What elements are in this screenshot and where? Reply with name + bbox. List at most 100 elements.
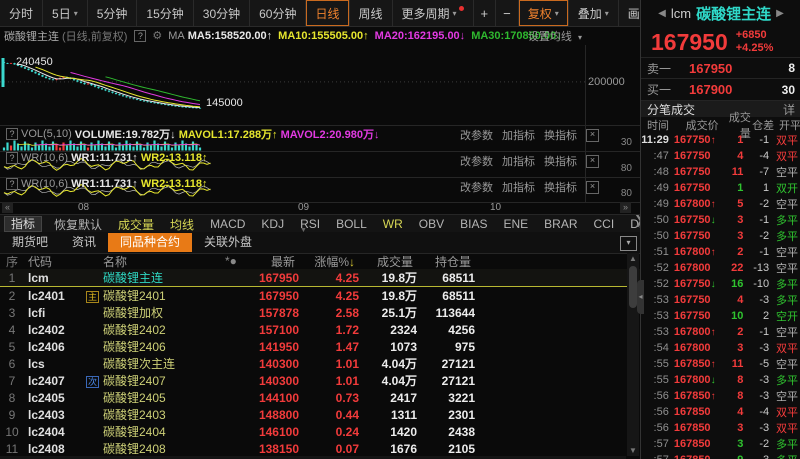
toolbar-15分钟[interactable]: 15分钟 [137,0,193,26]
xaxis-tick: 10 [490,202,501,213]
indicator-tab-BIAS[interactable]: BIAS [452,217,495,231]
indicator-tab-成交量[interactable]: 成交量 [110,216,162,233]
tick-row[interactable]: :501677503-2多平 [641,228,800,244]
tick-row[interactable]: :4916775011双开 [641,180,800,196]
help-icon[interactable]: ? [6,128,18,140]
tick-row[interactable]: :541678003-3双平 [641,340,800,356]
pane-link-改参数[interactable]: 改参数 [460,127,493,143]
pane-link-换指标[interactable]: 换指标 [544,153,577,169]
scroll-up-icon[interactable]: ▲ [627,254,639,263]
pane-link-换指标[interactable]: 换指标 [544,179,577,195]
pane-link-加指标[interactable]: 加指标 [502,179,535,195]
pane-link-换指标[interactable]: 换指标 [544,127,577,143]
indicator-tab-WR[interactable]: WR [375,217,411,231]
tick-row[interactable]: :53167800↑2-1空平 [641,324,800,340]
gear-icon[interactable]: ⚙ [152,29,162,42]
indicator-pane-links: 改参数加指标换指标× [460,179,599,195]
tick-row[interactable]: :561678503-3双平 [641,420,800,436]
toolbar-分时[interactable]: 分时 [0,0,43,26]
dock-panel-icon[interactable]: ▾ [620,236,637,251]
col-pct[interactable]: 涨幅%↓ [295,253,355,270]
tick-row[interactable]: :49167800↑5-2空平 [641,196,800,212]
subtab-同品种合约[interactable]: 同品种合约 [108,233,192,252]
tick-row[interactable]: :561678504-4双平 [641,404,800,420]
tick-row[interactable]: :53167750102空开 [641,308,800,324]
bid-row[interactable]: 买一 167900 30 [641,78,800,100]
tick-row[interactable]: :51167800↑2-1空平 [641,244,800,260]
indicator-tab-恢复默认[interactable]: 恢复默认 [46,216,110,233]
tick-row[interactable]: :5216780022-13空平 [641,260,800,276]
indicator-tab-MACD[interactable]: MACD [202,217,253,231]
table-row[interactable]: 1lcm碳酸锂主连1679504.2519.8万68511 [0,269,640,287]
table-row[interactable]: 8lc2405碳酸锂24051441000.7324173221 [0,389,640,406]
table-row[interactable]: 3lcfi碳酸锂加权1578782.5825.1万113644 [0,304,640,321]
tick-row[interactable]: :50167750↓3-1多平 [641,212,800,228]
col-vol[interactable]: 成交量 [355,253,413,270]
scrollbar-thumb[interactable] [629,266,637,308]
table-row[interactable]: 5lc2406碳酸锂24061419501.471073975 [0,338,640,355]
indicator-tab-OBV[interactable]: OBV [411,217,452,231]
tick-detail-link[interactable]: 详 [783,101,795,118]
scroll-down-icon[interactable]: ▼ [627,446,639,455]
tick-col-仓差: 仓差 [751,117,774,133]
toolbar-复权[interactable]: 复权▾ [519,0,569,26]
toolbar-−[interactable]: − [496,0,519,26]
tick-row[interactable]: :571678509-3多平 [641,452,800,459]
table-row[interactable]: 11lc2408碳酸锂24081381500.0716762105 [0,440,640,457]
prev-contract-icon[interactable]: ◀ [658,8,666,19]
toolbar-叠加[interactable]: 叠加▾ [569,0,619,26]
help-icon[interactable]: ? [6,152,18,164]
ask-row[interactable]: 卖一 167950 8 [641,57,800,78]
tick-row[interactable]: :4816775011-7空平 [641,164,800,180]
col-code[interactable]: 代码 [24,253,86,270]
toolbar-日线[interactable]: 日线 [306,0,349,26]
pane-link-加指标[interactable]: 加指标 [502,153,535,169]
scroll-left-button[interactable]: « [2,202,13,213]
indicator-tab-均线[interactable]: 均线 [162,216,202,233]
table-row[interactable]: 2lc2401主碳酸锂24011679504.2519.8万68511 [0,287,640,304]
subtab-关联外盘[interactable]: 关联外盘 [192,233,264,252]
toolbar-30分钟[interactable]: 30分钟 [194,0,250,26]
subtab-期货吧[interactable]: 期货吧 [0,233,60,252]
col-oi[interactable]: 持仓量 [413,253,471,270]
scroll-right-button[interactable]: » [620,202,631,213]
chart-header: 碳酸锂主连 (日线,前复权) ? ⚙ MA MA5:158520.00↑MA10… [0,27,640,44]
tick-row[interactable]: :52167750↓16-10多平 [641,276,800,292]
indicator-tab-BOLL[interactable]: BOLL [328,217,375,231]
table-row[interactable]: 6lcs碳酸锂次主连1403001.014.04万27121 [0,355,640,372]
toolbar-5分钟[interactable]: 5分钟 [88,0,138,26]
subtab-资讯[interactable]: 资讯 [60,233,108,252]
help-icon[interactable]: ? [134,30,146,42]
table-row[interactable]: 9lc2403碳酸锂24031488000.4413112301 [0,406,640,423]
toolbar-周线[interactable]: 周线 [350,0,393,26]
indicator-tab-KDJ[interactable]: KDJ [253,217,292,231]
toolbar-5日[interactable]: 5日▾ [43,0,88,26]
ma-settings-button[interactable]: 设置均线 ▾ [528,28,582,44]
col-seq[interactable]: 序 [0,253,24,270]
pane-link-改参数[interactable]: 改参数 [460,179,493,195]
indicator-tab-ENE[interactable]: ENE [495,217,536,231]
help-icon[interactable]: ? [6,178,18,190]
tick-row[interactable]: :55167850↑11-5空平 [641,356,800,372]
tick-row[interactable]: :55167800↓8-3多平 [641,372,800,388]
tick-row[interactable]: :571678503-2多平 [641,436,800,452]
toolbar-+[interactable]: + [474,0,497,26]
indicator-tab-BRAR[interactable]: BRAR [536,217,585,231]
tick-row[interactable]: :471677504-4双平 [641,148,800,164]
indicator-tab-RSI[interactable]: RSI [292,217,328,231]
indicator-tab-指标[interactable]: 指标 [4,216,42,232]
col-last[interactable]: 最新 [245,253,295,270]
toolbar-更多周期[interactable]: 更多周期▾ [393,0,474,26]
tick-row[interactable]: 11:29167750↑1-1双平 [641,132,800,148]
table-row[interactable]: 7lc2407次碳酸锂24071403001.014.04万27121 [0,372,640,389]
col-name[interactable]: 名称 [103,253,229,270]
pane-link-加指标[interactable]: 加指标 [502,127,535,143]
tick-row[interactable]: :56167850↑8-3空平 [641,388,800,404]
table-row[interactable]: 10lc2404碳酸锂24041461000.2414202438 [0,423,640,440]
next-contract-icon[interactable]: ▶ [776,8,784,19]
tick-row[interactable]: :531677504-3多平 [641,292,800,308]
toolbar-60分钟[interactable]: 60分钟 [250,0,306,26]
table-row[interactable]: 4lc2402碳酸锂24021571001.7223244256 [0,321,640,338]
pane-link-改参数[interactable]: 改参数 [460,153,493,169]
indicator-tab-CCI[interactable]: CCI [586,217,623,231]
